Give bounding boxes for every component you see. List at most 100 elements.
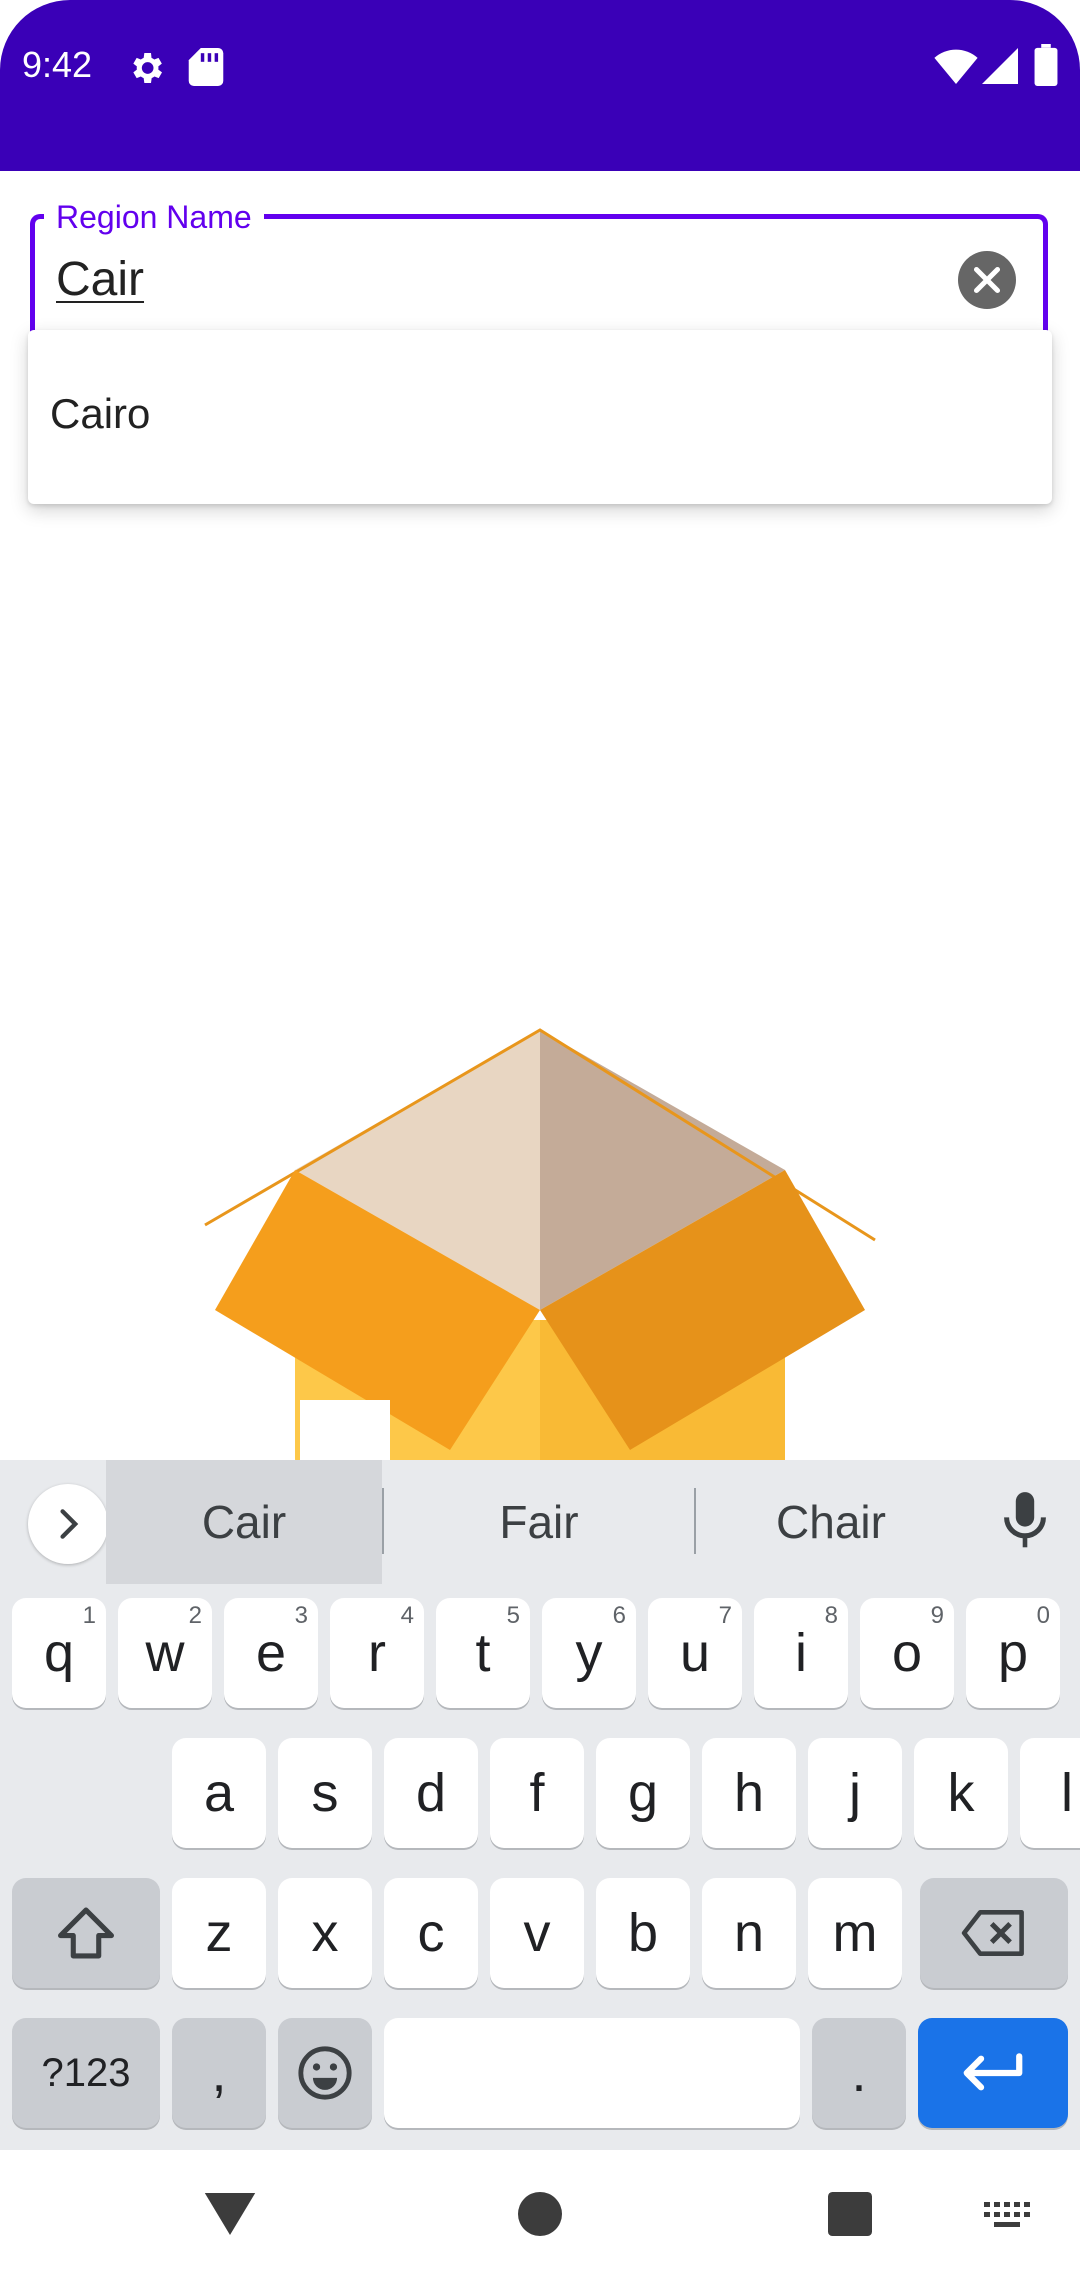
- key-label: h: [733, 1763, 765, 1823]
- key-hint: 4: [400, 1602, 414, 1629]
- recents-icon[interactable]: [828, 2192, 872, 2241]
- microphone-icon[interactable]: [1002, 1492, 1048, 1557]
- key-x[interactable]: x: [278, 1878, 372, 1988]
- wifi-icon: [934, 48, 978, 89]
- key-hint: 5: [506, 1602, 520, 1629]
- key-s[interactable]: s: [278, 1738, 372, 1848]
- suggestion-strip: Cair Fair Chair: [0, 1460, 1080, 1584]
- key-label: e: [255, 1623, 287, 1683]
- key-e[interactable]: e3: [224, 1598, 318, 1708]
- suggestion-3[interactable]: Chair: [696, 1460, 966, 1584]
- key-hint: 9: [930, 1602, 944, 1629]
- period-key[interactable]: .: [812, 2018, 906, 2128]
- symbols-key[interactable]: ?123: [12, 2018, 160, 2128]
- key-label: m: [832, 1903, 878, 1963]
- key-label: r: [368, 1623, 386, 1683]
- key-label: n: [733, 1903, 765, 1963]
- key-label: p: [997, 1623, 1029, 1683]
- key-o[interactable]: o9: [860, 1598, 954, 1708]
- key-a[interactable]: a: [172, 1738, 266, 1848]
- key-label: z: [205, 1903, 233, 1963]
- chevron-right-icon: [60, 1509, 79, 1539]
- key-label: x: [311, 1903, 339, 1963]
- key-k[interactable]: k: [914, 1738, 1008, 1848]
- sd-card-icon: [188, 48, 224, 91]
- status-bar: 9:42: [0, 0, 1080, 171]
- key-r[interactable]: r4: [330, 1598, 424, 1708]
- key-f[interactable]: f: [490, 1738, 584, 1848]
- key-label: t: [475, 1623, 491, 1683]
- comma-key[interactable]: ,: [172, 2018, 266, 2128]
- key-label: g: [627, 1763, 659, 1823]
- key-label: q: [43, 1623, 75, 1683]
- battery-icon: [1034, 44, 1058, 91]
- key-g[interactable]: g: [596, 1738, 690, 1848]
- key-label: u: [679, 1623, 711, 1683]
- key-hint: 1: [82, 1602, 96, 1629]
- key-u[interactable]: u7: [648, 1598, 742, 1708]
- emoji-key[interactable]: [278, 2018, 372, 2128]
- key-label: b: [627, 1903, 659, 1963]
- key-z[interactable]: z: [172, 1878, 266, 1988]
- key-l[interactable]: l: [1020, 1738, 1080, 1848]
- key-j[interactable]: j: [808, 1738, 902, 1848]
- back-icon[interactable]: [202, 2190, 258, 2243]
- status-time: 9:42: [22, 44, 93, 85]
- soft-keyboard: Cair Fair Chair ?123 , . q1w2e3r4t5y6u7i…: [0, 1460, 1080, 2150]
- key-m[interactable]: m: [808, 1878, 902, 1988]
- close-icon: [973, 266, 1001, 294]
- key-label: k: [947, 1763, 975, 1823]
- expand-toolbar-button[interactable]: [28, 1484, 108, 1564]
- key-y[interactable]: y6: [542, 1598, 636, 1708]
- key-w[interactable]: w2: [118, 1598, 212, 1708]
- key-label: i: [795, 1623, 807, 1683]
- key-label: c: [417, 1903, 445, 1963]
- settings-icon: [126, 48, 166, 93]
- key-label: a: [203, 1763, 235, 1823]
- key-p[interactable]: p0: [966, 1598, 1060, 1708]
- shift-key[interactable]: [12, 1878, 160, 1988]
- enter-key[interactable]: [918, 2018, 1068, 2128]
- key-label: f: [529, 1763, 545, 1823]
- key-h[interactable]: h: [702, 1738, 796, 1848]
- region-name-input[interactable]: Cair: [56, 252, 144, 307]
- space-key[interactable]: [384, 2018, 800, 2128]
- dropdown-item-cairo[interactable]: Cairo: [50, 390, 150, 438]
- key-hint: 6: [612, 1602, 626, 1629]
- key-label: o: [891, 1623, 923, 1683]
- key-label: y: [575, 1623, 603, 1683]
- key-b[interactable]: b: [596, 1878, 690, 1988]
- key-n[interactable]: n: [702, 1878, 796, 1988]
- backspace-key[interactable]: [920, 1878, 1068, 1988]
- enter-icon: [963, 2053, 1023, 2091]
- suggestion-2[interactable]: Fair: [384, 1460, 694, 1584]
- key-t[interactable]: t5: [436, 1598, 530, 1708]
- key-label: v: [523, 1903, 551, 1963]
- empty-box-illustration: [204, 1028, 876, 1460]
- region-name-label: Region Name: [44, 196, 264, 238]
- backspace-icon: [961, 1910, 1024, 1956]
- navigation-bar: [0, 2150, 1080, 2280]
- key-v[interactable]: v: [490, 1878, 584, 1988]
- key-c[interactable]: c: [384, 1878, 478, 1988]
- key-label: d: [415, 1763, 447, 1823]
- key-q[interactable]: q1: [12, 1598, 106, 1708]
- key-hint: 3: [294, 1602, 308, 1629]
- key-d[interactable]: d: [384, 1738, 478, 1848]
- autocomplete-dropdown: Cairo: [28, 330, 1052, 504]
- clear-text-button[interactable]: [958, 251, 1016, 309]
- emoji-icon: [298, 2046, 352, 2100]
- suggestion-1[interactable]: Cair: [106, 1460, 382, 1584]
- shift-icon: [58, 1907, 114, 1959]
- key-hint: 2: [188, 1602, 202, 1629]
- keyboard-switch-icon[interactable]: [984, 2202, 1030, 2233]
- key-label: s: [311, 1763, 339, 1823]
- key-i[interactable]: i8: [754, 1598, 848, 1708]
- key-hint: 8: [824, 1602, 838, 1629]
- key-hint: 0: [1036, 1602, 1050, 1629]
- home-icon[interactable]: [518, 2192, 562, 2241]
- signal-icon: [982, 48, 1018, 89]
- key-label: w: [145, 1623, 185, 1683]
- key-label: l: [1061, 1763, 1073, 1823]
- key-hint: 7: [718, 1602, 732, 1629]
